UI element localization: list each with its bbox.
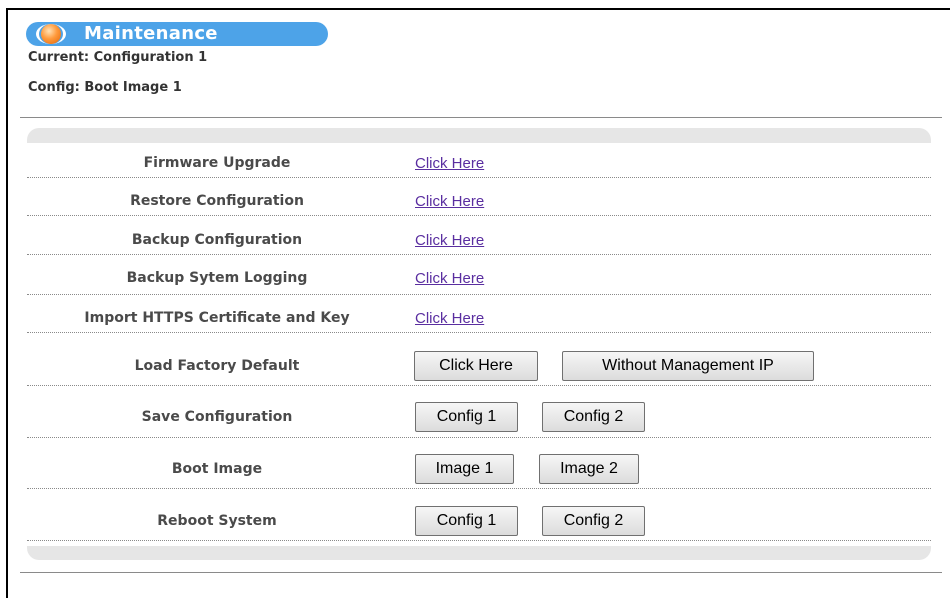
label-restore-configuration: Restore Configuration: [130, 193, 304, 209]
row-divider: [27, 215, 931, 216]
factory-default-without-ip-button[interactable]: Without Management IP: [562, 351, 814, 381]
row-divider: [27, 437, 931, 438]
row-divider: [27, 488, 931, 489]
divider-bottom: [20, 572, 942, 573]
label-import-https-certificate: Import HTTPS Certificate and Key: [84, 310, 350, 326]
label-save-configuration: Save Configuration: [141, 409, 293, 425]
row-divider: [27, 385, 931, 386]
current-configuration: Current: Configuration 1: [28, 50, 208, 65]
reboot-config-1-button[interactable]: Config 1: [415, 506, 518, 536]
label-load-factory-default: Load Factory Default: [134, 358, 300, 374]
label-reboot-system: Reboot System: [157, 513, 277, 529]
row-backup-configuration: Backup Configuration Click Here: [27, 217, 931, 256]
link-restore-configuration[interactable]: Click Here: [415, 193, 484, 210]
row-divider: [27, 294, 931, 295]
row-restore-configuration: Restore Configuration Click Here: [27, 179, 931, 217]
reboot-config-2-button[interactable]: Config 2: [542, 506, 645, 536]
label-boot-image: Boot Image: [171, 461, 263, 477]
row-save-configuration: Save Configuration Config 1 Config 2: [27, 387, 931, 439]
row-divider: [27, 177, 931, 178]
row-import-https-certificate: Import HTTPS Certificate and Key Click H…: [27, 296, 931, 334]
row-reboot-system: Reboot System Config 1 Config 2: [27, 490, 931, 546]
row-divider: [27, 254, 931, 255]
row-divider: [27, 332, 931, 333]
save-config-2-button[interactable]: Config 2: [542, 402, 645, 432]
divider-top: [20, 117, 942, 118]
config-boot-image: Config: Boot Image 1: [28, 80, 182, 95]
label-backup-configuration: Backup Configuration: [131, 232, 303, 248]
row-backup-system-logging: Backup Sytem Logging Click Here: [27, 256, 931, 296]
row-boot-image: Boot Image Image 1 Image 2: [27, 439, 931, 490]
orb-ring-icon: [36, 24, 66, 44]
label-backup-system-logging: Backup Sytem Logging: [126, 270, 308, 286]
factory-default-button[interactable]: Click Here: [414, 351, 538, 381]
save-config-1-button[interactable]: Config 1: [415, 402, 518, 432]
boot-image-2-button[interactable]: Image 2: [539, 454, 639, 484]
label-firmware-upgrade: Firmware Upgrade: [143, 155, 291, 171]
link-import-https-certificate[interactable]: Click Here: [415, 310, 484, 327]
link-backup-configuration[interactable]: Click Here: [415, 232, 484, 249]
link-firmware-upgrade[interactable]: Click Here: [415, 155, 484, 172]
link-backup-system-logging[interactable]: Click Here: [415, 270, 484, 287]
row-firmware-upgrade: Firmware Upgrade Click Here: [27, 143, 931, 179]
row-divider: [27, 540, 931, 541]
row-load-factory-default: Load Factory Default Click Here Without …: [27, 334, 931, 387]
boot-image-1-button[interactable]: Image 1: [415, 454, 514, 484]
page-title: Maintenance: [84, 23, 218, 44]
